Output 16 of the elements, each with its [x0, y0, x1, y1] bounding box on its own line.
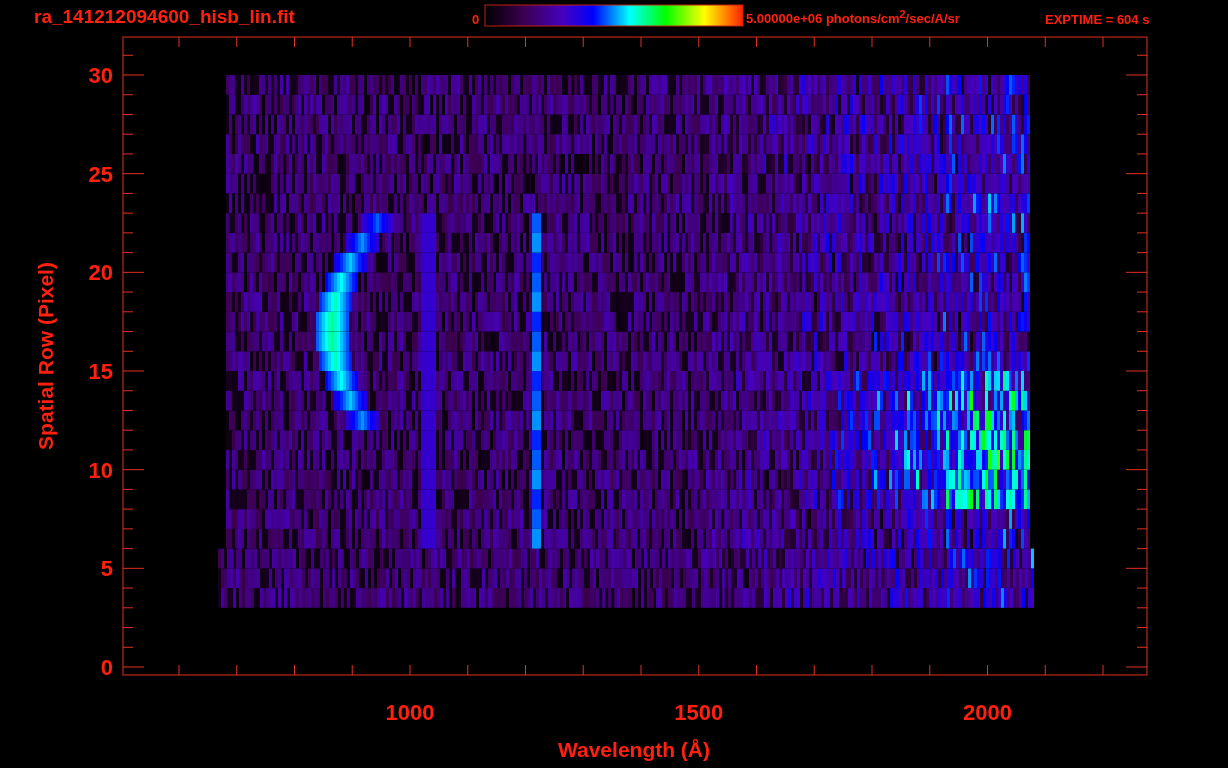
colorbar-max-label: 5.00000e+06 photons/cm$^{2}$/sec/A/sr: [746, 7, 960, 28]
y-tick-label: 20: [88, 260, 113, 286]
y-tick-label: 5: [100, 556, 113, 582]
y-tick-label: 25: [88, 161, 113, 187]
x-tick-label: 1000: [385, 700, 435, 725]
colorbar-min-label: 0: [472, 12, 480, 27]
exposure-time: EXPTIME = 604 s: [1045, 12, 1150, 27]
y-tick-label: 30: [88, 63, 113, 88]
y-tick-label: 15: [88, 359, 113, 384]
y-tick-label: 0: [100, 655, 113, 680]
plot-title: ra_141212094600_hisb_lin.fit: [34, 6, 295, 27]
x-tick-label: 2000: [963, 700, 1012, 725]
y-axis-label: Spatial Row (Pixel): [34, 262, 57, 450]
y-tick-label: 10: [88, 457, 113, 483]
x-axis-label: Wavelength (Å): [557, 738, 711, 761]
x-tick-label: 1500: [674, 700, 724, 725]
